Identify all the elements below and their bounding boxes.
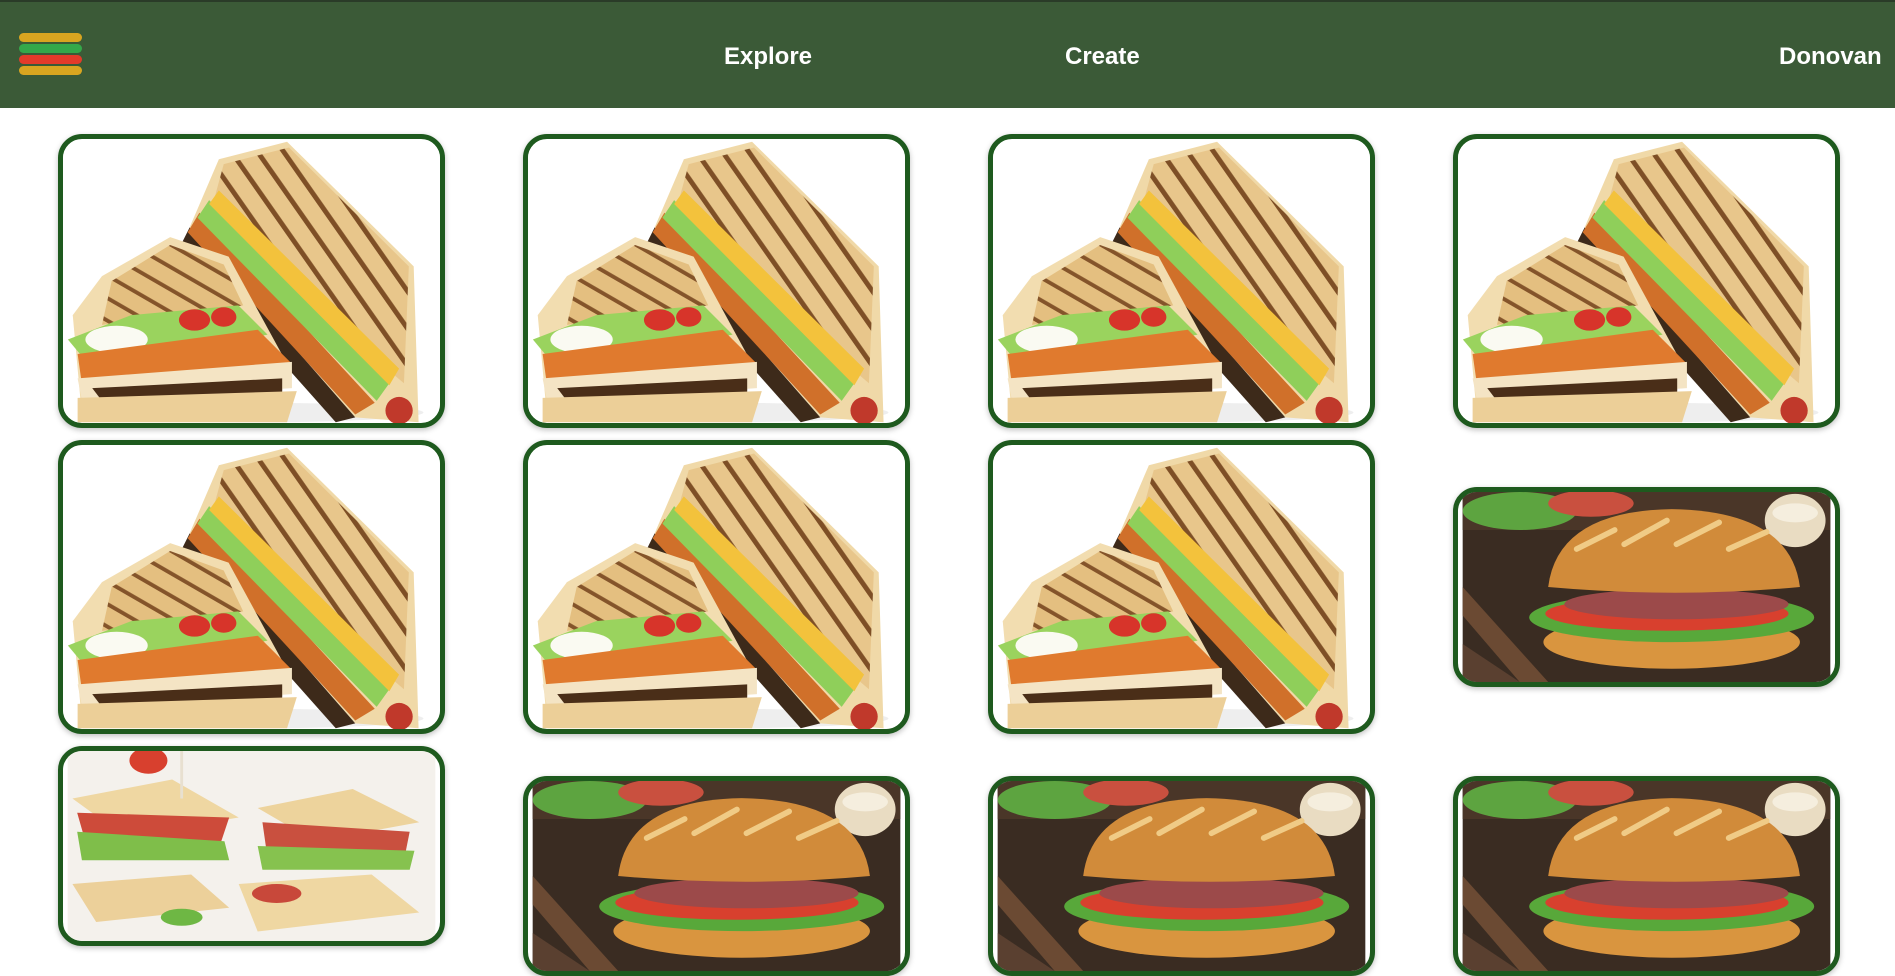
nav-create-link[interactable]: Create (1065, 43, 1140, 71)
grilled-panini-sandwich-image (528, 139, 905, 423)
grilled-panini-sandwich-image (1458, 139, 1835, 423)
recipe-card-baguette[interactable] (988, 776, 1375, 976)
baguette-sub-sandwich-image (528, 781, 905, 971)
top-navbar: Explore Create Donovan (0, 0, 1895, 108)
recipe-card-club[interactable] (58, 746, 445, 946)
recipe-card-panini[interactable] (523, 134, 910, 428)
baguette-sub-sandwich-image (993, 781, 1370, 971)
recipe-card-baguette[interactable] (1453, 487, 1840, 687)
menu-bar-bottom (19, 66, 82, 75)
club-sandwich-platter-image (63, 751, 440, 941)
baguette-sub-sandwich-image (1458, 492, 1835, 682)
recipe-card-panini[interactable] (58, 134, 445, 428)
hamburger-sandwich-icon[interactable] (19, 33, 82, 76)
grilled-panini-sandwich-image (63, 139, 440, 423)
recipe-card-panini[interactable] (523, 440, 910, 734)
grilled-panini-sandwich-image (993, 139, 1370, 423)
recipe-card-panini[interactable] (1453, 134, 1840, 428)
menu-bar-top (19, 33, 82, 42)
recipe-card-panini[interactable] (988, 134, 1375, 428)
menu-bar-tomato (19, 55, 82, 64)
recipe-card-panini[interactable] (988, 440, 1375, 734)
user-profile-link[interactable]: Donovan (1779, 43, 1882, 71)
recipe-card-baguette[interactable] (523, 776, 910, 976)
menu-bar-lettuce (19, 44, 82, 53)
recipe-card-baguette[interactable] (1453, 776, 1840, 976)
nav-explore-link[interactable]: Explore (724, 43, 812, 71)
baguette-sub-sandwich-image (1458, 781, 1835, 971)
grilled-panini-sandwich-image (63, 445, 440, 729)
grilled-panini-sandwich-image (993, 445, 1370, 729)
recipe-card-panini[interactable] (58, 440, 445, 734)
grilled-panini-sandwich-image (528, 445, 905, 729)
